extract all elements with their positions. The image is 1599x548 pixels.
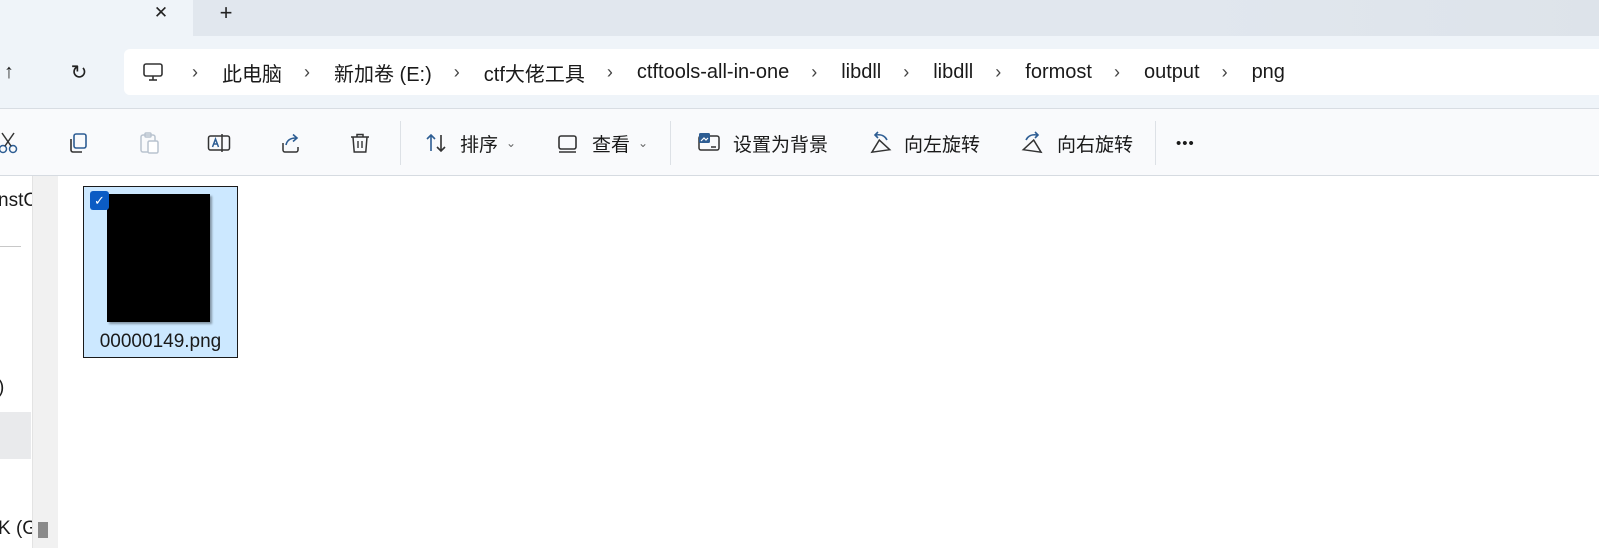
arrow-up-icon: ↑ <box>4 60 14 83</box>
rotate-right-icon <box>1021 131 1043 154</box>
breadcrumb-item[interactable]: 此电脑 <box>222 58 282 87</box>
breadcrumb-separator-icon[interactable]: › <box>811 62 817 83</box>
nav-pane-scrollbar[interactable] <box>32 176 58 548</box>
nav-item-selected[interactable] <box>0 412 31 459</box>
file-list: ✓ 00000149.png <box>58 176 1599 548</box>
tab-strip-background <box>1200 0 1599 36</box>
breadcrumb-item[interactable]: ctftools-all-in-one <box>637 61 789 84</box>
view-button[interactable]: 查看 ⌄ <box>556 109 648 177</box>
rename-icon[interactable] <box>207 131 231 155</box>
breadcrumb-item[interactable]: libdll <box>841 61 881 84</box>
share-icon[interactable] <box>278 131 302 155</box>
rotate-right-button[interactable]: 向右旋转 <box>1021 109 1133 177</box>
address-row: ↑ ↻ › 此电脑 › 新加卷 (E:) › ctf大佬工具 › ctftool… <box>0 36 1599 108</box>
file-name: 00000149.png <box>99 331 222 352</box>
cut-icon[interactable] <box>0 131 20 155</box>
rotate-left-button[interactable]: 向左旋转 <box>868 109 980 177</box>
breadcrumb-separator-icon[interactable]: › <box>1114 62 1120 83</box>
copy-icon[interactable] <box>66 131 90 155</box>
file-item[interactable]: ✓ 00000149.png <box>83 186 238 358</box>
breadcrumb-item[interactable]: output <box>1144 61 1200 84</box>
breadcrumb-separator-icon[interactable]: › <box>903 62 909 83</box>
view-label: 查看 <box>592 134 631 156</box>
checkbox-checked-icon[interactable]: ✓ <box>90 191 109 210</box>
breadcrumb-item[interactable]: libdll <box>933 61 973 84</box>
active-tab[interactable]: ✕ <box>0 0 193 36</box>
navigation-pane: nstC ) K (G <box>0 176 32 548</box>
breadcrumb-separator-icon[interactable]: › <box>995 62 1001 83</box>
breadcrumb-item[interactable]: 新加卷 (E:) <box>334 58 432 87</box>
breadcrumb-item[interactable]: ctf大佬工具 <box>484 58 585 87</box>
tab-strip: ✕ + <box>0 0 1599 36</box>
more-options-button[interactable]: ••• <box>1176 109 1195 177</box>
rotate-right-label: 向右旋转 <box>1057 134 1134 156</box>
toolbar-divider <box>670 121 671 165</box>
refresh-button[interactable]: ↻ <box>64 36 94 108</box>
scrollbar-thumb[interactable] <box>38 522 48 538</box>
breadcrumb-separator-icon[interactable]: › <box>304 62 310 83</box>
set-background-label: 设置为背景 <box>733 134 829 156</box>
sort-label: 排序 <box>460 134 499 156</box>
view-icon <box>558 135 577 153</box>
address-bar[interactable]: › 此电脑 › 新加卷 (E:) › ctf大佬工具 › ctftools-al… <box>124 49 1599 95</box>
chevron-down-icon: ⌄ <box>638 136 649 150</box>
desktop-background-icon <box>698 133 720 151</box>
command-bar: 排序 ⌄ 查看 ⌄ 设置为背景 向左旋转 向右旋转 ••• <box>0 108 1599 176</box>
toolbar-divider <box>400 121 401 165</box>
nav-item[interactable]: nstC <box>0 190 32 212</box>
breadcrumb-separator-icon[interactable]: › <box>1222 62 1228 83</box>
breadcrumb-separator-icon[interactable]: › <box>192 62 198 83</box>
nav-divider <box>0 246 21 247</box>
breadcrumb: › 此电脑 › 新加卷 (E:) › ctf大佬工具 › ctftools-al… <box>142 49 1285 95</box>
computer-icon[interactable] <box>142 61 164 83</box>
file-thumbnail <box>107 194 210 322</box>
breadcrumb-item-current[interactable]: png <box>1252 61 1285 84</box>
close-tab-icon[interactable]: ✕ <box>150 1 172 25</box>
rotate-left-icon <box>870 131 892 154</box>
chevron-down-icon: ⌄ <box>506 136 517 150</box>
delete-icon[interactable] <box>348 131 372 155</box>
nav-item[interactable]: ) <box>0 377 4 399</box>
paste-icon[interactable] <box>137 131 161 155</box>
nav-item[interactable]: K (G <box>0 518 32 540</box>
breadcrumb-separator-icon[interactable]: › <box>454 62 460 83</box>
more-icon: ••• <box>1176 134 1195 152</box>
new-tab-icon[interactable]: + <box>214 1 238 25</box>
sort-button[interactable]: 排序 ⌄ <box>424 109 516 177</box>
rotate-left-label: 向左旋转 <box>904 134 981 156</box>
breadcrumb-separator-icon[interactable]: › <box>607 62 613 83</box>
up-button[interactable]: ↑ <box>0 36 24 108</box>
sort-icon <box>426 133 446 153</box>
breadcrumb-item[interactable]: formost <box>1025 61 1092 84</box>
toolbar-divider <box>1155 121 1156 165</box>
refresh-icon: ↻ <box>70 61 88 84</box>
set-background-button[interactable]: 设置为背景 <box>697 109 828 177</box>
